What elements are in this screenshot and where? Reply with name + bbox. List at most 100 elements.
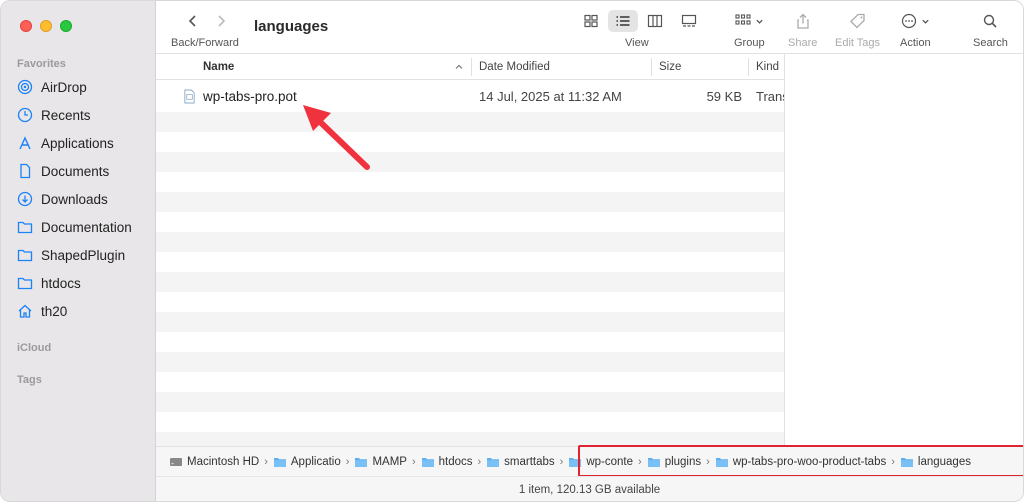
path-crumb-applications[interactable]: Applicatio bbox=[273, 456, 341, 468]
empty-row bbox=[156, 152, 784, 172]
sidebar-item-htdocs[interactable]: htdocs bbox=[17, 271, 151, 295]
minimize-button[interactable] bbox=[40, 20, 52, 32]
grid-icon bbox=[584, 14, 598, 28]
sidebar-item-applications[interactable]: Applications bbox=[17, 131, 151, 155]
path-crumb-label: wp-tabs-pro-woo-product-tabs bbox=[732, 455, 887, 468]
path-crumb-label: MAMP bbox=[372, 455, 407, 468]
path-crumb-label: Macintosh HD bbox=[187, 455, 260, 468]
sidebar-item-label: Documents bbox=[41, 163, 110, 179]
path-crumb-macintosh-hd[interactable]: Macintosh HD bbox=[169, 456, 259, 468]
sidebar-item-documents[interactable]: Documents bbox=[17, 159, 151, 183]
table-row[interactable]: wp-tabs-pro.pot 14 Jul, 2025 at 11:32 AM… bbox=[156, 81, 784, 112]
path-crumb-mamp[interactable]: MAMP bbox=[354, 456, 407, 468]
path-crumb-languages[interactable]: languages bbox=[900, 456, 971, 468]
share-button[interactable]: Share bbox=[788, 10, 817, 49]
view-switcher bbox=[576, 10, 704, 32]
path-crumb-smarttabs[interactable]: smarttabs bbox=[486, 456, 555, 468]
column-header-size[interactable]: Size bbox=[659, 54, 681, 80]
edit-tags-button[interactable]: Edit Tags bbox=[835, 10, 880, 49]
sidebar-section-favorites: Favorites bbox=[17, 58, 66, 70]
folder-icon bbox=[421, 457, 434, 467]
sidebar-item-downloads[interactable]: Downloads bbox=[17, 187, 151, 211]
path-crumb-label: plugins bbox=[664, 455, 702, 468]
ellipsis-circle-icon bbox=[902, 13, 917, 29]
view-columns-button[interactable] bbox=[640, 10, 670, 32]
zoom-button[interactable] bbox=[60, 20, 72, 32]
close-button[interactable] bbox=[20, 20, 32, 32]
path-crumb-wp-content[interactable]: wp-conte bbox=[568, 456, 633, 468]
file-icon-cell bbox=[183, 81, 196, 112]
empty-row bbox=[156, 192, 784, 212]
path-crumb-label: wp-conte bbox=[586, 455, 634, 468]
view-list-button[interactable] bbox=[608, 10, 638, 32]
sidebar-item-airdrop[interactable]: AirDrop bbox=[17, 75, 151, 99]
path-crumb-plugins[interactable]: plugins bbox=[647, 456, 701, 468]
airdrop-icon bbox=[17, 79, 33, 95]
window-title: languages bbox=[254, 18, 329, 35]
group-grid-icon bbox=[735, 14, 751, 25]
sidebar-section-tags[interactable]: Tags bbox=[17, 374, 42, 386]
download-icon bbox=[17, 191, 33, 207]
group-label: Group bbox=[734, 37, 765, 49]
folder-icon bbox=[17, 277, 33, 290]
file-name[interactable]: wp-tabs-pro.pot bbox=[203, 81, 297, 112]
sidebar-item-shapedplugin[interactable]: ShapedPlugin bbox=[17, 243, 151, 267]
sidebar-item-recents[interactable]: Recents bbox=[17, 103, 151, 127]
file-kind: Trans bbox=[756, 89, 784, 104]
empty-row bbox=[156, 232, 784, 252]
column-divider[interactable] bbox=[748, 58, 749, 76]
path-separator: › bbox=[891, 455, 895, 468]
gallery-icon bbox=[681, 14, 697, 27]
path-crumb-wp-tabs-pro-woo-product-tabs[interactable]: wp-tabs-pro-woo-product-tabs bbox=[715, 456, 886, 468]
path-crumb-label: htdocs bbox=[438, 455, 473, 468]
sort-ascending-icon[interactable] bbox=[454, 62, 464, 72]
chevron-down-icon bbox=[756, 19, 763, 24]
empty-row bbox=[156, 212, 784, 232]
path-crumb-label: languages bbox=[917, 455, 971, 468]
toolbar: Back/Forward languages View Group Share bbox=[156, 1, 1023, 54]
list-header: Name Date Modified Size Kind bbox=[156, 54, 784, 80]
path-separator: › bbox=[706, 455, 710, 468]
folder-icon bbox=[273, 457, 286, 467]
column-divider[interactable] bbox=[651, 58, 652, 76]
action-label: Action bbox=[900, 37, 931, 49]
search-icon bbox=[984, 14, 997, 28]
status-text: 1 item, 120.13 GB available bbox=[518, 484, 661, 496]
sidebar-item-th20[interactable]: th20 bbox=[17, 299, 151, 323]
view-label: View bbox=[625, 37, 649, 49]
view-gallery-button[interactable] bbox=[674, 10, 704, 32]
path-crumb-htdocs[interactable]: htdocs bbox=[421, 456, 473, 468]
folder-icon bbox=[17, 249, 33, 262]
back-chevron-icon[interactable] bbox=[186, 13, 200, 29]
folder-icon bbox=[715, 457, 728, 467]
forward-chevron-icon[interactable] bbox=[214, 13, 228, 29]
sidebar-item-documentation[interactable]: Documentation bbox=[17, 215, 151, 239]
list-rows: wp-tabs-pro.pot 14 Jul, 2025 at 11:32 AM… bbox=[156, 81, 784, 446]
clock-icon bbox=[17, 107, 33, 123]
share-icon bbox=[797, 13, 809, 29]
view-icons-button[interactable] bbox=[576, 10, 606, 32]
file-size: 59 KB bbox=[706, 89, 742, 104]
column-header-name[interactable]: Name bbox=[203, 54, 234, 80]
empty-row bbox=[156, 292, 784, 312]
pot-file-icon bbox=[184, 89, 195, 104]
group-button[interactable]: Group bbox=[734, 10, 765, 49]
action-button[interactable]: Action bbox=[900, 10, 931, 49]
search-button[interactable]: Search bbox=[973, 10, 1008, 49]
sidebar-item-label: htdocs bbox=[41, 275, 81, 291]
path-separator: › bbox=[345, 455, 350, 468]
file-list: Name Date Modified Size Kind wp-tabs-pro… bbox=[156, 54, 784, 446]
column-header-kind[interactable]: Kind bbox=[756, 54, 779, 80]
edit-tags-label: Edit Tags bbox=[835, 37, 881, 49]
path-separator: › bbox=[411, 455, 416, 468]
sidebar-section-icloud[interactable]: iCloud bbox=[17, 342, 51, 354]
empty-row bbox=[156, 132, 784, 152]
empty-row bbox=[156, 312, 784, 332]
sidebar: Favorites AirDrop Recents Applications D… bbox=[1, 1, 156, 501]
column-header-date-modified[interactable]: Date Modified bbox=[479, 54, 550, 80]
column-divider[interactable] bbox=[471, 58, 472, 76]
home-icon bbox=[18, 304, 32, 318]
share-label: Share bbox=[788, 37, 818, 49]
folder-icon bbox=[569, 457, 582, 467]
chevron-down-icon bbox=[922, 19, 929, 24]
